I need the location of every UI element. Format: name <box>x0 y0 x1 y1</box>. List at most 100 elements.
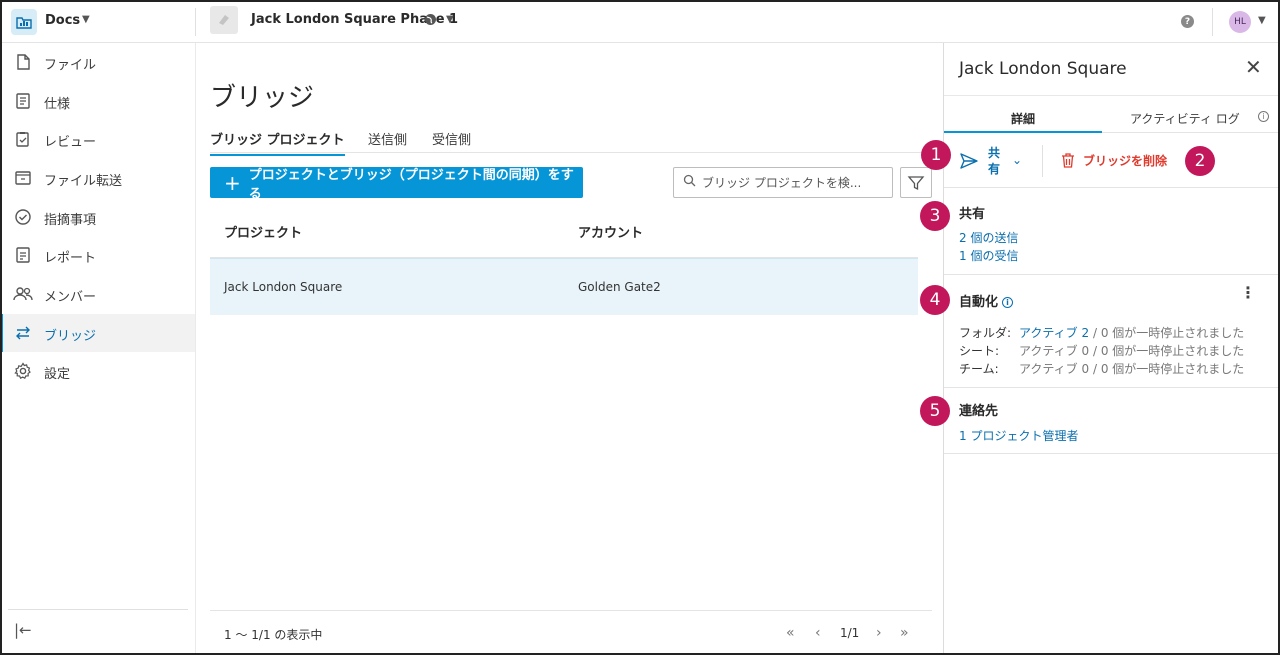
callout-badge: 2 <box>1185 146 1215 176</box>
automation-key: フォルダ: <box>959 326 1012 340</box>
automation-active: アクティブ 0 <box>1019 344 1090 358</box>
filter-icon <box>907 175 925 190</box>
docs-logo-icon[interactable] <box>11 9 37 35</box>
search-box[interactable] <box>673 167 893 198</box>
table-row[interactable]: Jack London Square Golden Gate2 <box>210 258 918 315</box>
cell-project: Jack London Square <box>224 280 343 294</box>
automation-active-link[interactable]: アクティブ 2 <box>1019 326 1089 340</box>
info-icon[interactable]: i <box>1002 297 1014 308</box>
transfer-icon <box>13 168 33 188</box>
add-bridge-button[interactable]: + プロジェクトとブリッジ（プロジェクト間の同期）をする <box>210 167 583 202</box>
sidebar-item-label: レポート <box>44 251 97 266</box>
sidebar-divider <box>8 609 188 610</box>
app-name[interactable]: Docs <box>45 13 80 28</box>
sidebar-item-bridge[interactable]: ブリッジ <box>0 314 195 352</box>
project-thumbnail[interactable] <box>210 6 238 34</box>
contacts-section: 連絡先 1 プロジェクト管理者 <box>944 388 1280 454</box>
plus-icon: + <box>224 170 241 195</box>
prev-page-icon[interactable]: ‹ <box>815 625 821 641</box>
search-icon <box>683 174 696 191</box>
review-icon <box>13 129 33 149</box>
panel-tabs: 詳細 アクティビティ ログ i <box>944 95 1280 133</box>
sidebar-item-label: 指摘事項 <box>44 213 97 228</box>
actions-divider <box>1042 145 1043 177</box>
delete-bridge-label: ブリッジを削除 <box>1083 154 1168 168</box>
table-footer-divider <box>210 610 932 611</box>
tab-bridge-projects[interactable]: ブリッジ プロジェクト <box>210 129 345 156</box>
project-switcher-caret-icon[interactable]: ▼ <box>446 14 454 25</box>
tab-activity-log[interactable]: アクティビティ ログ <box>1130 110 1240 127</box>
more-options-icon[interactable]: ⋮ <box>1240 283 1256 302</box>
share-button[interactable]: 共有 ⌄ <box>960 145 1028 177</box>
avatar[interactable]: HL <box>1229 11 1251 33</box>
delete-bridge-button[interactable]: ブリッジを削除 <box>1061 152 1167 169</box>
automation-key: シート: <box>959 344 1000 358</box>
callout-badge: 5 <box>920 396 950 426</box>
share-button-label: 共有 <box>988 146 1001 176</box>
sidebar-item-reviews[interactable]: レビュー <box>0 120 195 158</box>
callout-badge: 3 <box>920 201 950 231</box>
help-icon[interactable]: ? <box>1181 15 1194 28</box>
automation-active: アクティブ 0 <box>1019 362 1090 376</box>
project-admin-link[interactable]: 1 プロジェクト管理者 <box>959 427 1078 444</box>
sidebar-item-label: ファイル <box>44 58 97 73</box>
filter-button[interactable] <box>900 167 932 198</box>
user-menu-caret-icon[interactable]: ▼ <box>1258 15 1266 26</box>
first-page-icon[interactable]: « <box>786 625 795 641</box>
sidebar-item-files[interactable]: ファイル <box>0 43 195 81</box>
sidebar: ファイル 仕様 レビュー ファイル転送 指摘事項 レポート メンバー ブリッジ … <box>0 43 195 655</box>
details-panel: Jack London Square ✕ 詳細 アクティビティ ログ i 共有 … <box>943 43 1280 655</box>
received-link[interactable]: 1 個の受信 <box>959 247 1018 264</box>
tab-receiving[interactable]: 受信側 <box>432 129 471 154</box>
sidebar-item-members[interactable]: メンバー <box>0 275 195 313</box>
search-input[interactable] <box>702 175 882 190</box>
callout-badge: 1 <box>921 140 951 170</box>
table-header: プロジェクト アカウント <box>210 208 918 258</box>
issues-icon <box>13 207 33 227</box>
close-icon[interactable]: ✕ <box>1245 57 1262 77</box>
topbar-divider <box>1212 8 1213 36</box>
info-icon[interactable]: i <box>1258 111 1269 122</box>
gear-icon <box>13 361 33 381</box>
page-title: ブリッジ <box>210 83 315 113</box>
next-page-icon[interactable]: › <box>876 625 882 641</box>
sidebar-item-settings[interactable]: 設定 <box>0 352 195 390</box>
automation-row-folders: フォルダ: アクティブ 2 / 0 個が一時停止されました <box>959 324 1244 341</box>
panel-title: Jack London Square <box>959 59 1127 79</box>
sidebar-item-transfers[interactable]: ファイル転送 <box>0 159 195 197</box>
automation-row-teams: チーム: アクティブ 0 / 0 個が一時停止されました <box>959 360 1244 377</box>
automation-title-text: 自動化 <box>959 295 999 310</box>
bridge-tabs: ブリッジ プロジェクト 送信側 受信側 <box>210 129 932 156</box>
automation-row-sheets: シート: アクティブ 0 / 0 個が一時停止されました <box>959 342 1244 359</box>
sidebar-item-label: ファイル転送 <box>44 174 123 189</box>
cell-account: Golden Gate2 <box>578 280 661 294</box>
contacts-section-title: 連絡先 <box>959 404 999 419</box>
sidebar-item-issues[interactable]: 指摘事項 <box>0 198 195 236</box>
sent-link[interactable]: 2 個の送信 <box>959 229 1018 246</box>
automation-key: チーム: <box>959 362 999 376</box>
report-icon <box>13 245 33 265</box>
last-page-icon[interactable]: » <box>900 625 909 641</box>
topbar-divider <box>195 8 196 36</box>
tab-sending[interactable]: 送信側 <box>368 129 407 154</box>
column-header-project[interactable]: プロジェクト <box>224 222 302 241</box>
app-switcher-caret-icon[interactable]: ▼ <box>82 14 90 25</box>
trash-icon <box>1062 153 1074 168</box>
sidebar-item-label: メンバー <box>44 290 97 305</box>
automation-paused: / 0 個が一時停止されました <box>1089 344 1245 358</box>
automation-paused: / 0 個が一時停止されました <box>1089 326 1245 340</box>
automation-section: 自動化 i ⋮ フォルダ: アクティブ 2 / 0 個が一時停止されました シート:… <box>944 275 1280 388</box>
tab-details[interactable]: 詳細 <box>1011 110 1035 127</box>
sidebar-item-reports[interactable]: レポート <box>0 236 195 274</box>
collapse-sidebar-icon[interactable]: |← <box>14 621 32 639</box>
page-indicator: 1/1 <box>840 626 860 640</box>
sidebar-item-label: 設定 <box>44 367 71 382</box>
column-header-account[interactable]: アカウント <box>578 222 643 241</box>
members-icon <box>13 284 33 304</box>
top-bar: Docs ▼ Jack London Square Phase 1 ▼ ? HL… <box>0 0 1280 43</box>
spec-icon <box>13 91 33 111</box>
add-bridge-button-label: プロジェクトとブリッジ（プロジェクト間の同期）をする <box>248 167 574 202</box>
sidebar-item-label: 仕様 <box>44 97 71 112</box>
sidebar-item-specs[interactable]: 仕様 <box>0 82 195 120</box>
bridge-icon <box>13 323 33 343</box>
